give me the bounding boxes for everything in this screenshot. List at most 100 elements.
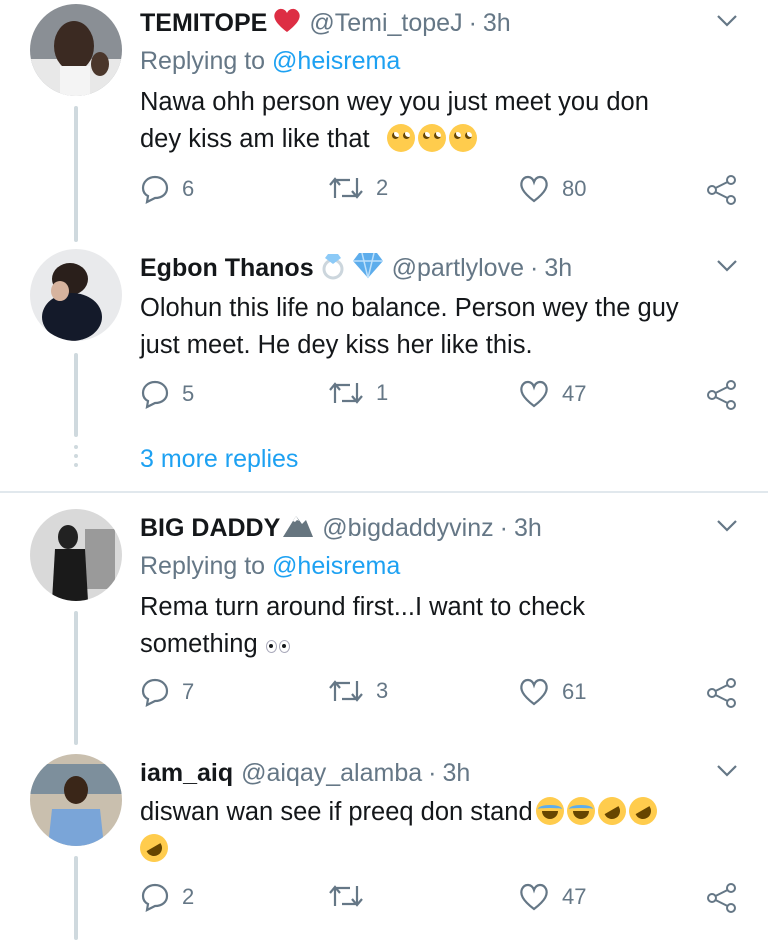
chevron-down-icon[interactable] (716, 14, 738, 33)
heart-outline-icon (520, 678, 548, 706)
mountain-icon (282, 512, 314, 545)
timestamp[interactable]: 3h (544, 254, 572, 283)
avatar[interactable] (30, 249, 122, 341)
tweet-header: Egbon Thanos @partlylove · 3h (140, 251, 572, 285)
display-name[interactable]: TEMITOPE (140, 9, 267, 38)
reply-button[interactable]: 7 (140, 677, 194, 707)
reply-count: 5 (182, 381, 195, 406)
avatar[interactable] (30, 4, 122, 96)
like-count: 61 (562, 679, 587, 704)
replying-mention[interactable]: @heisrema (272, 552, 400, 580)
like-button[interactable]: 80 (518, 174, 586, 204)
like-button[interactable]: 47 (518, 882, 586, 912)
reply-icon (141, 678, 169, 707)
separator-dot: · (499, 513, 508, 542)
ring-icon (320, 250, 346, 287)
share-icon (707, 380, 736, 410)
tweet-text-line: Nawa ohh person wey you just meet you do… (140, 88, 649, 116)
user-handle[interactable]: @bigdaddyvinz (322, 514, 493, 543)
like-count: 47 (562, 884, 587, 909)
replying-label: Replying to (140, 47, 266, 75)
reply-button[interactable]: 5 (140, 379, 194, 409)
share-button[interactable] (706, 379, 738, 411)
share-button[interactable] (706, 882, 738, 914)
tweet[interactable]: BIG DADDY @bigdaddyvinz · 3h Replying to… (0, 505, 768, 745)
tweet-text-line: just meet. He dey kiss her like this. (140, 331, 533, 359)
user-handle[interactable]: @Temi_topeJ (309, 9, 462, 38)
rolling-eyes-emoji-icon (417, 124, 446, 152)
tweet[interactable]: TEMITOPE @Temi_topeJ · 3h Replying to @h… (0, 0, 768, 245)
tweet-text: diswan wan see if preeq don stand (134, 791, 728, 868)
retweet-button[interactable]: 2 (328, 174, 388, 202)
share-button[interactable] (706, 174, 738, 206)
user-handle[interactable]: @partlylove (392, 254, 524, 283)
tears-of-joy-emoji-icon (535, 797, 564, 825)
like-button[interactable]: 47 (518, 379, 586, 409)
retweet-count: 3 (376, 678, 389, 703)
like-button[interactable]: 61 (518, 677, 586, 707)
reply-button[interactable]: 6 (140, 174, 194, 204)
eyes-emoji-icon (265, 627, 292, 664)
timestamp[interactable]: 3h (514, 514, 542, 543)
more-replies-link[interactable]: 3 more replies (140, 445, 298, 474)
tweet-header: iam_aiq @aiqay_alamba · 3h (140, 756, 470, 790)
display-name[interactable]: iam_aiq (140, 759, 233, 788)
tweet-actions: 2 47 (140, 882, 738, 922)
reply-icon (141, 380, 169, 409)
retweet-button[interactable]: 3 (328, 677, 388, 705)
user-handle[interactable]: @aiqay_alamba (241, 759, 422, 788)
chevron-down-icon[interactable] (716, 259, 738, 278)
retweet-icon (329, 382, 363, 404)
replying-mention[interactable]: @heisrema (272, 47, 400, 75)
tweet-text-line-2 (134, 828, 728, 868)
tweet-text: Rema turn around first...I want to check… (140, 589, 728, 664)
divider (0, 491, 768, 493)
replying-to: Replying to @heisrema (140, 552, 400, 581)
separator-dot: · (428, 758, 437, 787)
chevron-down-icon[interactable] (716, 764, 738, 783)
tweet[interactable]: Egbon Thanos @partlylove · 3h Olohun thi… (0, 245, 768, 490)
separator-dot: · (468, 8, 477, 37)
heart-outline-icon (520, 883, 548, 911)
share-button[interactable] (706, 677, 738, 709)
reply-icon (141, 175, 169, 204)
tweet-actions: 5 1 47 (140, 379, 738, 419)
retweet-icon (329, 885, 363, 907)
tweet[interactable]: iam_aiq @aiqay_alamba · 3h diswan wan se… (0, 750, 768, 940)
thread-line (74, 353, 78, 437)
tweet-actions: 7 3 61 (140, 677, 738, 717)
thread-line (74, 611, 78, 745)
thread-line (74, 856, 78, 940)
like-count: 47 (562, 381, 587, 406)
heart-outline-icon (520, 175, 548, 203)
tweet-text-line: something (140, 630, 258, 658)
display-name[interactable]: BIG DADDY (140, 514, 280, 543)
thread-line (74, 106, 78, 242)
retweet-count: 2 (376, 175, 389, 200)
display-name[interactable]: Egbon Thanos (140, 254, 314, 283)
share-icon (707, 678, 736, 708)
reply-count: 7 (182, 679, 195, 704)
heart-outline-icon (520, 380, 548, 408)
tweet-text-line: Rema turn around first...I want to check (140, 593, 586, 621)
retweet-button[interactable]: 1 (328, 379, 388, 407)
reply-count: 6 (182, 176, 195, 201)
avatar[interactable] (30, 509, 122, 601)
timestamp[interactable]: 3h (483, 9, 511, 38)
tears-of-joy-emoji-icon (566, 797, 595, 825)
retweet-count: 1 (376, 380, 389, 405)
separator-dot: · (529, 253, 539, 282)
replying-to: Replying to @heisrema (140, 47, 400, 76)
timestamp[interactable]: 3h (442, 759, 470, 788)
tweet-text: Nawa ohh person wey you just meet you do… (140, 84, 728, 158)
rolling-eyes-emoji-icon (386, 124, 415, 152)
heart-icon (273, 7, 301, 40)
tweet-text-line: dey kiss am like that (140, 125, 370, 153)
avatar[interactable] (30, 754, 122, 846)
reply-button[interactable]: 2 (140, 882, 194, 912)
chevron-down-icon[interactable] (716, 519, 738, 538)
rolling-laughing-emoji-icon (592, 791, 631, 831)
share-icon (707, 883, 736, 913)
retweet-button[interactable] (328, 882, 376, 910)
tweet-text-line-2: something (140, 626, 728, 664)
